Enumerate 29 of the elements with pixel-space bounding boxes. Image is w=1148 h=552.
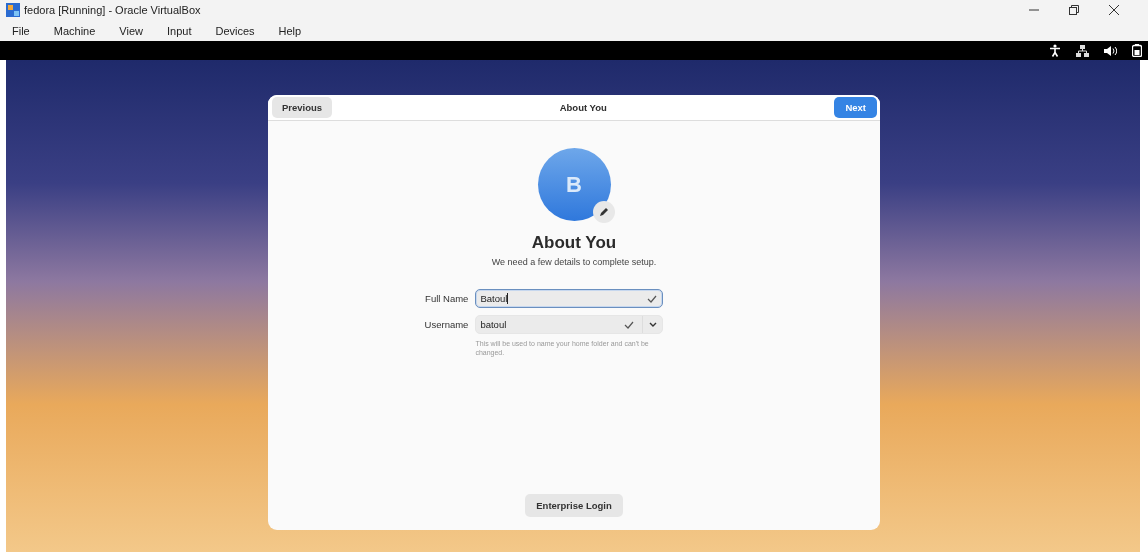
- window-title: fedora [Running] - Oracle VirtualBox: [24, 4, 201, 16]
- menu-item[interactable]: Input: [166, 24, 192, 37]
- input-field[interactable]: batoul: [475, 315, 664, 334]
- enterprise-login-button[interactable]: Enterprise Login: [525, 494, 623, 517]
- field-label: Username: [424, 318, 469, 332]
- field-label: Full Name: [424, 292, 469, 306]
- menu-item[interactable]: Devices: [215, 24, 255, 37]
- subtitle: We need a few details to complete setup.: [491, 257, 657, 267]
- page-heading: About You: [531, 233, 617, 253]
- menu-item[interactable]: File: [12, 24, 30, 37]
- edit-avatar-button[interactable]: [592, 201, 615, 223]
- menu-item[interactable]: Machine: [53, 24, 96, 37]
- menu-item[interactable]: View: [119, 24, 143, 37]
- close-icon[interactable]: [1108, 4, 1120, 16]
- pencil-icon: [598, 207, 609, 217]
- input-field[interactable]: Batoul: [475, 289, 664, 308]
- previous-button[interactable]: Previous: [272, 97, 333, 118]
- checkmark-icon: [647, 294, 658, 303]
- restore-icon[interactable]: [1068, 4, 1080, 16]
- next-button[interactable]: Next: [834, 97, 877, 118]
- speaker-icon[interactable]: [1104, 44, 1117, 57]
- chevron-down-icon: [648, 322, 657, 327]
- battery-icon[interactable]: [1132, 44, 1142, 57]
- checkmark-icon: [624, 320, 635, 329]
- dialog-title: About You: [559, 102, 607, 113]
- app-logo-icon: [6, 3, 20, 17]
- menu-item[interactable]: Help: [278, 24, 302, 37]
- accessibility-icon[interactable]: [1049, 44, 1061, 57]
- network-icon[interactable]: [1076, 44, 1089, 57]
